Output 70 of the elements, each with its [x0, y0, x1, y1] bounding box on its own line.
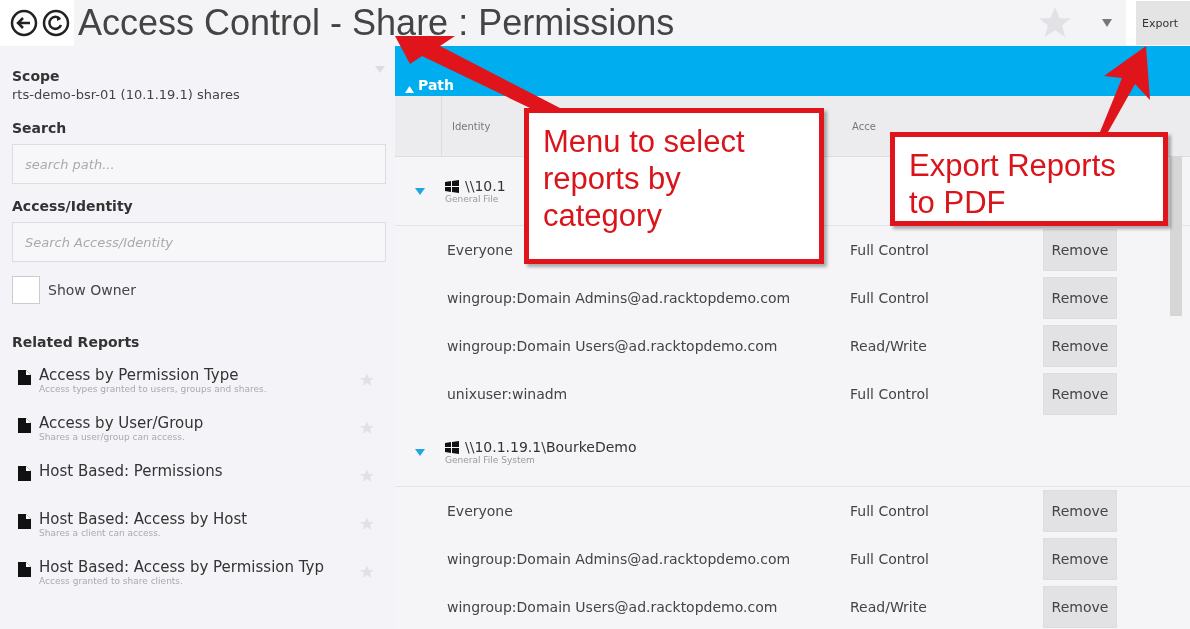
access-cell-text: Full Control — [850, 242, 930, 258]
show-owner-checkbox[interactable] — [12, 276, 40, 304]
scope-value: rts-demo-bsr-01 (10.1.19.1) shares — [12, 87, 241, 102]
remove-button[interactable]: Remove — [1043, 325, 1117, 367]
identity-cell-text: Everyone — [447, 242, 514, 258]
back-icon[interactable] — [10, 9, 38, 37]
report-description: Access types granted to users, groups and shares. — [39, 384, 268, 394]
column-header[interactable]: Acce — [842, 120, 962, 132]
remove-button[interactable]: Remove — [1043, 373, 1117, 415]
identity-cell-text: wingroup:Domain Users@ad.racktopdemo.com — [447, 338, 779, 354]
report-item[interactable]: Access by User/Group Shares a user/group can access. — [12, 414, 387, 462]
remove-button[interactable]: Remove — [1043, 586, 1117, 628]
expanded-caret-icon[interactable] — [415, 186, 425, 196]
remove-button[interactable]: Remove — [1043, 490, 1117, 532]
access-cell-text: Full Control — [850, 503, 930, 519]
report-title: Host Based: Access by Host — [39, 510, 249, 528]
show-owner-label: Show Owner — [48, 282, 136, 298]
annotation-tooltip: Export Reports to PDF — [890, 132, 1168, 226]
access-cell-text: Full Control — [850, 290, 930, 306]
windows-icon — [445, 179, 459, 193]
remove-button[interactable]: Remove — [1043, 277, 1117, 319]
remove-button[interactable]: Remove — [1043, 538, 1117, 580]
report-item[interactable]: Host Based: Access by Host Shares a client can access. — [12, 510, 387, 558]
sort-up-icon[interactable] — [405, 86, 414, 93]
access-identity-label: Access/Identity — [12, 198, 133, 214]
report-title: Access by Permission Type — [39, 366, 240, 384]
document-icon — [18, 370, 31, 385]
share-path: \\10.1.19.1\BourkeDemo — [465, 439, 637, 455]
access-cell-text: Read/Write — [850, 599, 928, 615]
report-title: Host Based: Permissions — [39, 462, 224, 480]
windows-icon — [445, 440, 459, 454]
share-group-header[interactable]: \\10.1.19.1\BourkeDemo General File System — [395, 418, 1190, 487]
search-label: Search — [12, 120, 67, 136]
report-description: Shares a user/group can access. — [39, 432, 186, 442]
report-description: Shares a client can access. — [39, 528, 162, 538]
report-title: Access by User/Group — [39, 414, 205, 432]
related-reports-heading: Related Reports — [12, 334, 140, 350]
identity-cell-text: wingroup:Domain Admins@ad.racktopdemo.com — [447, 551, 792, 567]
access-cell-text: Read/Write — [850, 338, 928, 354]
document-icon — [18, 514, 31, 529]
page-title: Access Control - Share : Permissions — [77, 2, 676, 44]
annotation-tooltip: Menu to select reports by category — [524, 108, 824, 264]
expanded-caret-icon[interactable] — [415, 447, 425, 457]
access-cell-text: Full Control — [850, 551, 930, 567]
report-item[interactable]: Access by Permission Type Access types granted to users, groups and shares. — [12, 366, 387, 414]
document-icon — [18, 562, 31, 577]
remove-button[interactable]: Remove — [1043, 229, 1117, 271]
document-icon — [18, 466, 31, 481]
scope-label: Scope — [12, 68, 60, 84]
share-type: General File System — [445, 455, 536, 465]
report-description: Access granted to share clients. — [39, 576, 184, 586]
search-field[interactable]: search path... — [12, 144, 386, 184]
report-item[interactable]: Host Based: Permissions — [12, 462, 387, 510]
share-path: \\10.1 — [465, 178, 506, 194]
identity-cell-text: unixuser:winadm — [447, 386, 569, 402]
identity-cell-text: wingroup:Domain Admins@ad.racktopdemo.com — [447, 290, 792, 306]
dropdown-caret-icon[interactable] — [1102, 19, 1112, 27]
title-bar[interactable]: Access Control - Share : Permissions — [74, 0, 1126, 46]
document-icon — [18, 418, 31, 433]
collapse-caret-icon[interactable] — [375, 66, 385, 73]
identity-cell-text: Everyone — [447, 503, 514, 519]
share-type: General File — [445, 194, 500, 204]
scrollbar[interactable] — [1170, 156, 1182, 316]
report-item[interactable]: Host Based: Access by Permission Typ Access granted to share clients. — [12, 558, 387, 606]
access-cell-text: Full Control — [850, 386, 930, 402]
report-title: Host Based: Access by Permission Typ — [39, 558, 325, 576]
identity-cell-text: wingroup:Domain Users@ad.racktopdemo.com — [447, 599, 779, 615]
refresh-icon[interactable] — [42, 9, 70, 37]
access-identity-field[interactable]: Search Access/Identity — [12, 222, 386, 262]
export-button[interactable]: Export — [1136, 1, 1190, 45]
